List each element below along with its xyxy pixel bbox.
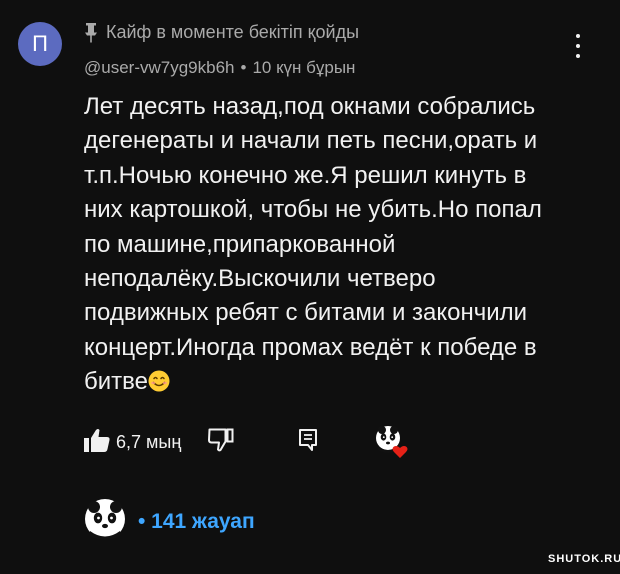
comment-actions: 6,7 мың bbox=[84, 422, 424, 462]
creator-heart-badge bbox=[374, 424, 410, 460]
more-options-icon[interactable] bbox=[570, 34, 586, 58]
comment-username[interactable]: @user-vw7yg9kb6h bbox=[84, 58, 235, 78]
smiling-face-emoji bbox=[148, 368, 170, 392]
thumbs-down-icon bbox=[208, 428, 234, 456]
like-count: 6,7 мың bbox=[116, 432, 182, 452]
pinned-label: Кайф в моменте бекітіп қойды bbox=[106, 22, 360, 42]
comment-meta: @user-vw7yg9kb6h • 10 күн бұрын bbox=[84, 58, 355, 78]
reply-button[interactable] bbox=[298, 428, 318, 457]
comment-body: Лет десять назад,под окнами собрались де… bbox=[84, 90, 584, 400]
reply-icon bbox=[298, 429, 318, 456]
channel-avatar[interactable]: П bbox=[18, 22, 62, 66]
pinned-indicator: Кайф в моменте бекітіп қойды bbox=[84, 22, 359, 43]
reply-author-avatar bbox=[84, 498, 126, 545]
like-button[interactable]: 6,7 мың bbox=[84, 428, 181, 457]
replies-toggle[interactable]: • 141 жауап bbox=[84, 498, 255, 545]
site-watermark: SHUTOK.RU bbox=[548, 553, 620, 565]
comment-timestamp[interactable]: 10 күн бұрын bbox=[252, 58, 355, 78]
meta-separator: • bbox=[240, 58, 247, 77]
comment-text: Лет десять назад,под окнами собрались де… bbox=[84, 93, 542, 396]
dislike-button[interactable] bbox=[208, 428, 234, 457]
replies-count-link[interactable]: • 141 жауап bbox=[138, 510, 255, 534]
pin-icon bbox=[84, 22, 98, 43]
avatar-letter: П bbox=[32, 31, 48, 56]
thumbs-up-icon bbox=[84, 428, 110, 457]
